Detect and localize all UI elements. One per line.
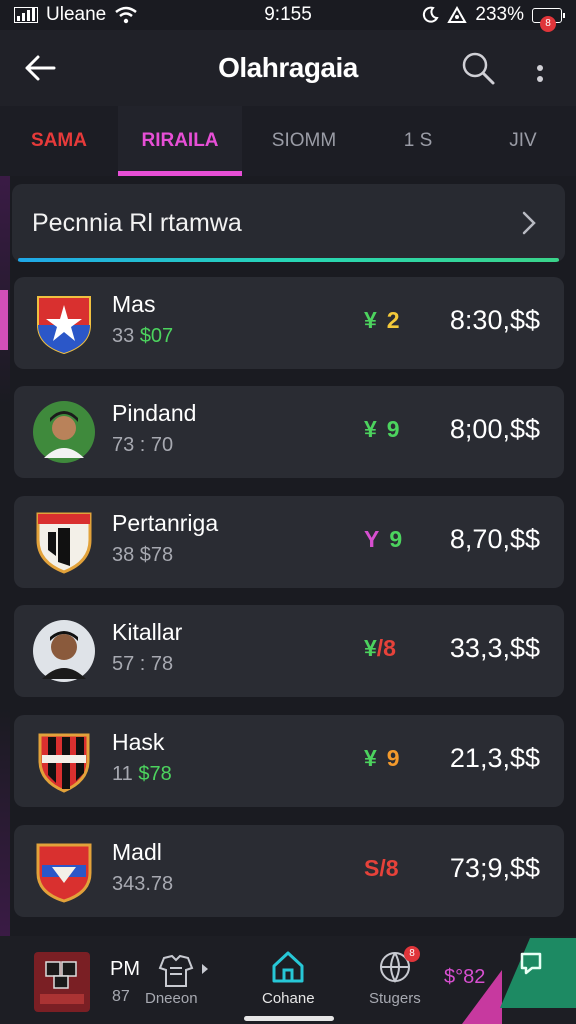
row-name: Madl (112, 839, 162, 865)
caret-right-icon (202, 964, 208, 974)
row-score: ¥2 (364, 307, 400, 334)
red-blue-crest-icon (36, 843, 92, 903)
status-bar: Uleane 9:155 233% (0, 0, 576, 30)
kebab-menu-icon (537, 65, 543, 82)
nav-item-stugers[interactable]: 8 Stugers (362, 936, 442, 1024)
signal-icon (14, 7, 38, 23)
tab-riraila[interactable]: RIRAILA (118, 106, 242, 176)
red-black-crest-icon (38, 733, 90, 793)
partial-name: PM (110, 958, 140, 980)
row-score: S/8 (364, 855, 399, 882)
row-score-value: 2 (386, 307, 400, 333)
row-sub: 11 $78 (112, 763, 172, 786)
nav-badge: 8 (404, 946, 420, 962)
search-button[interactable] (460, 50, 496, 86)
row-symbol: Y (364, 526, 380, 552)
search-icon (462, 52, 495, 85)
row-sub-prefix: 57 : 78 (112, 653, 174, 675)
data-icon (447, 6, 468, 23)
featured-card[interactable]: Pecnnia Rl rtamwa (12, 184, 565, 262)
list-item[interactable]: Madl 343.78 S/8 73;9,$$ (14, 825, 564, 917)
black-white-crest-icon (36, 512, 92, 574)
list-item[interactable]: Mas 33 $07 ¥2 8:30,$$ (14, 277, 564, 369)
row-price: 73;9,$$ (449, 853, 540, 883)
moon-icon (423, 6, 440, 23)
player-photo-icon (33, 620, 95, 682)
row-name: Pertanriga (112, 510, 219, 536)
row-sub: 73 : 70 (112, 434, 173, 457)
row-price: 8,70,$$ (449, 524, 540, 554)
list-item[interactable]: Pindand 73 : 70 ¥9 8;00,$$ (14, 386, 564, 478)
row-sub: 343.78 (112, 873, 173, 896)
row-sub: 33 $07 (112, 325, 173, 348)
row-name: Kitallar (112, 619, 183, 645)
more-options-button[interactable] (526, 46, 554, 90)
row-price: 8;00,$$ (449, 414, 540, 444)
tab-siomm[interactable]: SIOMM (242, 106, 366, 176)
row-score: ¥/8 (364, 635, 396, 662)
row-score-value: /8 (379, 855, 399, 881)
row-score: Y9 (364, 526, 402, 553)
row-price: 21,3,$$ (449, 743, 540, 773)
red-blue-crest-icon (37, 296, 91, 355)
tab-sama[interactable]: SAMA (0, 106, 118, 176)
row-symbol: ¥ (364, 307, 377, 333)
row-symbol: S (364, 855, 380, 881)
row-score-value: 9 (386, 416, 400, 442)
featured-progress-line (18, 258, 559, 262)
battery-percent: 233% (475, 4, 524, 25)
wifi-icon (115, 6, 137, 24)
nav-item-cohane[interactable]: Cohane (252, 936, 332, 1024)
player-photo-icon (33, 401, 95, 463)
chevron-right-icon (522, 211, 536, 235)
row-score-value: /8 (376, 635, 396, 661)
app-bar: Olahragaia (0, 30, 576, 106)
row-score-value: 9 (389, 526, 403, 552)
list-item[interactable]: Kitallar 57 : 78 ¥/8 33,3,$$ (14, 605, 564, 697)
row-sub-prefix: 73 : 70 (112, 434, 174, 456)
club-crest-icon (34, 952, 90, 1012)
row-symbol: ¥ (364, 635, 377, 661)
row-score: ¥9 (364, 745, 400, 772)
chat-bubble-icon (500, 938, 576, 1008)
row-name: Pindand (112, 400, 197, 426)
tab-1s[interactable]: 1 S (366, 106, 470, 176)
row-symbol: ¥ (364, 745, 377, 771)
row-sub-prefix: 343.78 (112, 873, 174, 895)
side-accent (0, 290, 8, 350)
row-sub: 57 : 78 (112, 653, 173, 676)
home-indicator (244, 1016, 334, 1021)
partial-sub: 87 (112, 988, 130, 1005)
nav-label: Cohane (262, 990, 315, 1007)
row-symbol: ¥ (364, 416, 377, 442)
nav-label: Dneeon (145, 990, 198, 1007)
row-score: ¥9 (364, 416, 400, 443)
nav-label: Stugers (369, 990, 421, 1007)
clock: 9:155 (264, 4, 312, 25)
row-sub-accent: $07 (139, 325, 174, 347)
row-sub: 38 $78 (112, 544, 173, 567)
row-name: Hask (112, 729, 165, 755)
row-price: 33,3,$$ (449, 633, 540, 663)
corner-decoration-pink (462, 970, 502, 1024)
home-icon (272, 951, 304, 983)
tab-jiv[interactable]: JIV (470, 106, 576, 176)
row-price: 8:30,$$ (449, 305, 540, 335)
row-sub-accent: $78 (138, 763, 172, 785)
nav-item-dneeon[interactable]: Dneeon (140, 936, 230, 1024)
list-item[interactable]: Pertanriga 38 $78 Y9 8,70,$$ (14, 496, 564, 588)
row-sub-prefix: 11 (112, 763, 139, 785)
row-name: Mas (112, 291, 156, 317)
chat-button[interactable] (500, 938, 576, 1008)
jersey-icon (158, 954, 194, 987)
carrier-name: Uleane (46, 4, 107, 25)
row-sub-prefix: 33 (112, 325, 140, 347)
row-score-value: 9 (386, 745, 400, 771)
list-item[interactable]: Hask 11 $78 ¥9 21,3,$$ (14, 715, 564, 807)
featured-label: Pecnnia Rl rtamwa (32, 208, 242, 237)
row-sub-prefix: 38 $78 (112, 544, 174, 566)
tab-bar: SAMA RIRAILA SIOMM 1 S JIV (0, 106, 576, 176)
notification-badge: 8 (540, 16, 556, 32)
